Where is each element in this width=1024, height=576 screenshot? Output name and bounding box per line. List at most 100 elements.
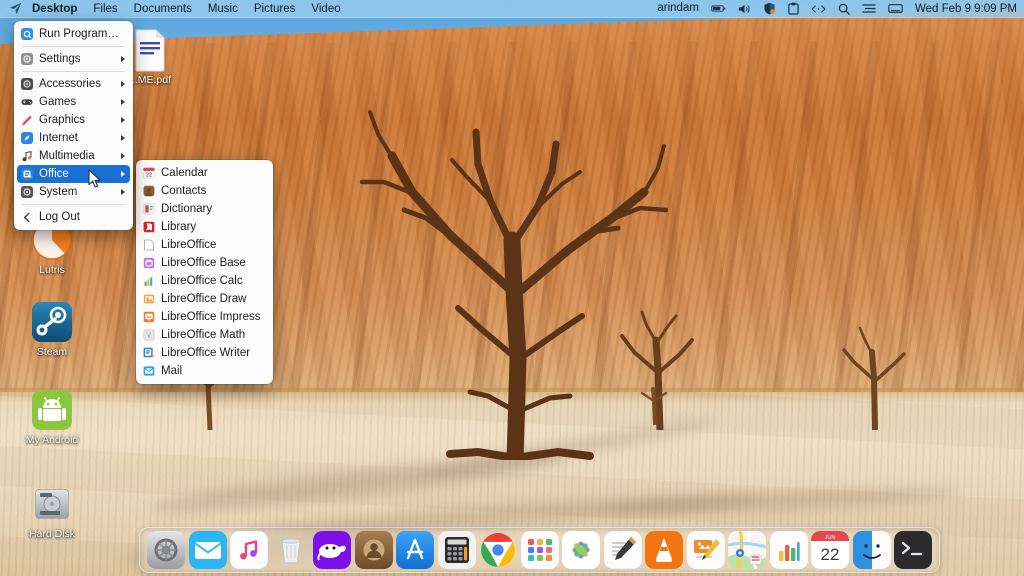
- dock-item-music[interactable]: [230, 531, 268, 569]
- menubar[interactable]: Desktop Files Documents Music Pictures V…: [0, 0, 1024, 18]
- dock-item-mail[interactable]: [189, 531, 227, 569]
- menubar-item-desktop[interactable]: Desktop: [24, 0, 85, 18]
- dock-item-terminal[interactable]: [894, 531, 932, 569]
- dock-item-finder[interactable]: [853, 531, 891, 569]
- menu-item-accessories[interactable]: Accessories: [14, 75, 133, 93]
- dock-item-trash[interactable]: [272, 531, 310, 569]
- pdf-document-icon: [128, 28, 172, 72]
- desktop-icon-steam[interactable]: Steam: [14, 300, 90, 358]
- menu-separator: [22, 71, 125, 72]
- dictionary-icon: [143, 203, 155, 215]
- clipboard-icon[interactable]: [782, 0, 805, 18]
- libreoffice-draw-icon: [143, 293, 155, 305]
- dock-item-pages[interactable]: [687, 531, 725, 569]
- battery-icon[interactable]: [705, 0, 732, 18]
- library-icon: [143, 221, 155, 233]
- paper-plane-logo-icon[interactable]: [6, 1, 24, 17]
- menu-item-multimedia[interactable]: Multimedia: [14, 147, 133, 165]
- search-icon[interactable]: [832, 0, 856, 18]
- gamepad-icon: [21, 96, 33, 108]
- menubar-item-pictures[interactable]: Pictures: [246, 0, 304, 18]
- menubar-item-music[interactable]: Music: [200, 0, 246, 18]
- wallpaper-tree-far-left: [620, 385, 690, 425]
- dock-item-calendar[interactable]: JUN 22: [811, 531, 849, 569]
- mail-icon: [143, 365, 155, 377]
- submenu-item-libreoffice-impress[interactable]: LibreOffice Impress: [136, 308, 273, 326]
- shield-security-icon[interactable]: [757, 0, 782, 18]
- submenu-item-libreoffice-writer[interactable]: LibreOffice Writer: [136, 344, 273, 362]
- svg-text:22: 22: [146, 173, 152, 179]
- list-icon[interactable]: [856, 0, 882, 18]
- submenu-item-label: LibreOffice Calc: [161, 275, 266, 287]
- submenu-item-label: LibreOffice Writer: [161, 347, 266, 359]
- submenu-item-library[interactable]: Library: [136, 218, 273, 236]
- desktop-icon-label: Steam: [14, 346, 90, 358]
- menubar-item-video[interactable]: Video: [303, 0, 348, 18]
- main-menu-popup[interactable]: Run Program… Settings Accessories Games: [14, 21, 133, 230]
- submenu-item-mail[interactable]: Mail: [136, 362, 273, 380]
- accessories-icon: [21, 78, 33, 90]
- menu-item-label: Log Out: [39, 211, 126, 223]
- submenu-item-libreoffice[interactable]: LibreOffice: [136, 236, 273, 254]
- office-writer-icon: [21, 168, 33, 180]
- menu-item-games[interactable]: Games: [14, 93, 133, 111]
- dock-item-notes[interactable]: [604, 531, 642, 569]
- submenu-item-libreoffice-calc[interactable]: LibreOffice Calc: [136, 272, 273, 290]
- menubar-clock[interactable]: Wed Feb 9 9:09 PM: [909, 3, 1017, 15]
- dock-item-vlc[interactable]: [645, 531, 683, 569]
- submenu-item-contacts[interactable]: Contacts: [136, 182, 273, 200]
- submenu-item-calendar[interactable]: 22 Calendar: [136, 164, 273, 182]
- menu-item-settings[interactable]: Settings: [14, 50, 133, 68]
- menu-item-log-out[interactable]: Log Out: [14, 208, 133, 226]
- menu-item-run-program[interactable]: Run Program…: [14, 25, 133, 43]
- submenu-item-label: LibreOffice Base: [161, 257, 266, 269]
- volume-icon[interactable]: [732, 0, 757, 18]
- chevron-right-icon: [121, 153, 125, 159]
- submenu-item-label: Dictionary: [161, 203, 266, 215]
- display-icon[interactable]: [882, 0, 909, 18]
- chevron-right-icon: [121, 135, 125, 141]
- dock-item-app-store[interactable]: [396, 531, 434, 569]
- dock[interactable]: JUN 22: [139, 527, 940, 573]
- desktop-icon-my-android[interactable]: My Android: [14, 388, 90, 446]
- submenu-item-libreoffice-draw[interactable]: LibreOffice Draw: [136, 290, 273, 308]
- dock-item-gimp[interactable]: [313, 531, 351, 569]
- chevron-right-icon: [121, 99, 125, 105]
- dock-item-contacts[interactable]: [355, 531, 393, 569]
- submenu-item-libreoffice-math[interactable]: √ LibreOffice Math: [136, 326, 273, 344]
- submenu-item-libreoffice-base[interactable]: LibreOffice Base: [136, 254, 273, 272]
- submenu-item-dictionary[interactable]: Dictionary: [136, 200, 273, 218]
- menu-item-internet[interactable]: Internet: [14, 129, 133, 147]
- menubar-item-files[interactable]: Files: [85, 0, 125, 18]
- dock-item-photos[interactable]: [562, 531, 600, 569]
- menu-separator: [22, 204, 125, 205]
- dock-item-chrome[interactable]: [479, 531, 517, 569]
- chevron-right-icon: [121, 189, 125, 195]
- code-brackets-icon[interactable]: [805, 0, 832, 18]
- submenu-item-label: Contacts: [161, 185, 266, 197]
- svg-text:22: 22: [821, 545, 840, 564]
- menubar-item-documents[interactable]: Documents: [126, 0, 200, 18]
- dock-item-launchpad[interactable]: [521, 531, 559, 569]
- menu-item-label: Multimedia: [39, 150, 115, 162]
- menubar-username[interactable]: arindam: [651, 0, 705, 18]
- dock-item-calculator[interactable]: [438, 531, 476, 569]
- submenu-item-label: LibreOffice: [161, 239, 266, 251]
- desktop-icon-hard-disk[interactable]: Hard Disk: [14, 482, 90, 540]
- svg-text:√: √: [147, 332, 151, 340]
- menubar-left: Desktop Files Documents Music Pictures V…: [0, 0, 349, 18]
- dock-item-system-settings[interactable]: [147, 531, 185, 569]
- dock-item-maps[interactable]: [728, 531, 766, 569]
- menu-item-graphics[interactable]: Graphics: [14, 111, 133, 129]
- dock-item-numbers[interactable]: [770, 531, 808, 569]
- menu-item-label: Office: [39, 168, 115, 180]
- menu-item-office[interactable]: Office: [17, 165, 130, 183]
- office-submenu-popup[interactable]: 22 Calendar Contacts Dictionary Library …: [136, 160, 273, 384]
- chevron-right-icon: [121, 56, 125, 62]
- graphics-brush-icon: [21, 114, 33, 126]
- menu-item-label: Run Program…: [39, 28, 126, 40]
- menu-item-system[interactable]: System: [14, 183, 133, 201]
- menu-item-label: Accessories: [39, 78, 115, 90]
- hard-disk-icon: [30, 482, 74, 526]
- libreoffice-base-icon: [143, 257, 155, 269]
